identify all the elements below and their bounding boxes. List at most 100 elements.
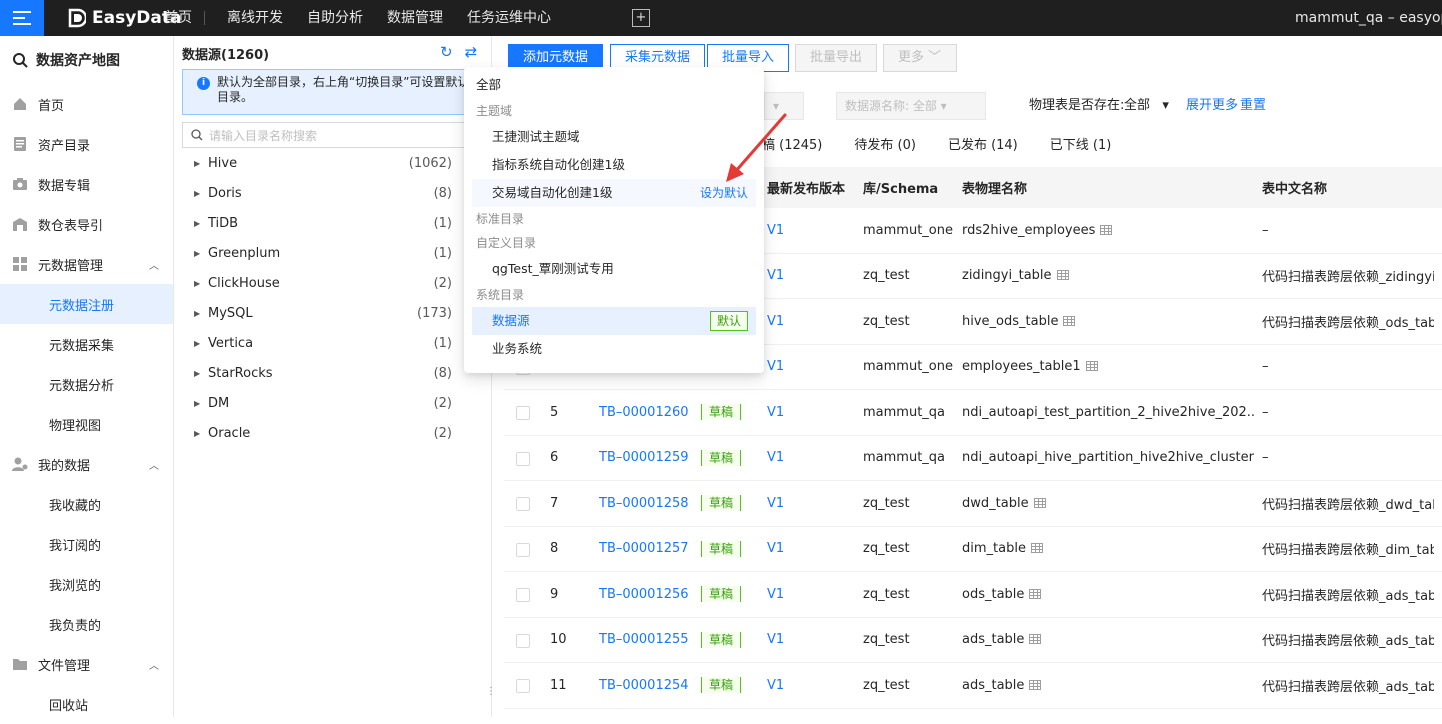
row-checkbox[interactable]: [516, 406, 530, 420]
caret-right-icon[interactable]: ▶: [182, 429, 208, 438]
sidebar-item-browsed[interactable]: 我浏览的: [0, 564, 173, 604]
caret-right-icon[interactable]: ▶: [182, 369, 208, 378]
table-row[interactable]: 7 TB–00001258 草稿 V1 zq_test dwd_table 代码扫描表跨层依…: [504, 481, 1442, 527]
tree-node-hive[interactable]: ▶ Hive (1062): [182, 148, 462, 178]
sidebar-item-subscribed[interactable]: 我订阅的: [0, 524, 173, 564]
caret-right-icon[interactable]: ▶: [182, 309, 208, 318]
row-table-id-link[interactable]: TB–00001260: [599, 405, 689, 420]
sidebar-item-warehouse[interactable]: 数仓表导引: [0, 204, 173, 244]
nav-task-ops[interactable]: 任务运维中心: [455, 0, 563, 36]
sidebar-item-recycle-bin[interactable]: 回收站: [0, 684, 173, 724]
reset-link[interactable]: 重置: [1240, 92, 1266, 120]
row-version-link[interactable]: V1: [767, 450, 784, 465]
row-table-id-link[interactable]: TB–00001259: [599, 450, 689, 465]
row-version-link[interactable]: V1: [767, 223, 784, 238]
nav-data-management[interactable]: 数据管理: [375, 0, 455, 36]
col-latest-version[interactable]: 最新发布版本: [767, 178, 845, 197]
row-version-link[interactable]: V1: [767, 314, 784, 329]
dropdown-item[interactable]: 业务系统: [472, 335, 756, 363]
row-table-id-link[interactable]: TB–00001254: [599, 678, 689, 693]
expand-more-link[interactable]: 展开更多: [1186, 92, 1238, 120]
row-table-id-link[interactable]: TB–00001258: [599, 496, 689, 511]
tab-pending[interactable]: 待发布 (0): [854, 134, 916, 153]
col-physical-name[interactable]: 表物理名称: [962, 178, 1027, 197]
table-row[interactable]: 6 TB–00001259 草稿 V1 mammut_qa ndi_autoapi_hiv…: [504, 436, 1442, 481]
table-grid-icon[interactable]: [1029, 679, 1042, 690]
dropdown-item-all[interactable]: 全部: [464, 71, 764, 99]
row-table-id-link[interactable]: TB–00001256: [599, 587, 689, 602]
sidebar-item-meta-register[interactable]: 元数据注册: [0, 284, 173, 324]
dropdown-item[interactable]: qgTest_覃刚测试专用: [472, 255, 756, 283]
table-grid-icon[interactable]: [1063, 315, 1076, 326]
nav-self-analysis[interactable]: 自助分析: [295, 0, 375, 36]
more-button[interactable]: 更多 ﹀: [883, 44, 957, 72]
nav-home[interactable]: 首页: [152, 0, 204, 36]
dropdown-item-hovered[interactable]: 交易域自动化创建1级 设为默认: [472, 179, 756, 207]
table-row[interactable]: 10 TB–00001255 草稿 V1 zq_test ads_table 代码扫描表跨层…: [504, 618, 1442, 663]
table-grid-icon[interactable]: [1085, 361, 1098, 372]
physical-exists-select[interactable]: 全部 ▾: [1124, 92, 1169, 120]
sidebar-item-home[interactable]: 首页: [0, 84, 173, 124]
tree-node-starrocks[interactable]: ▶ StarRocks (8): [182, 358, 462, 388]
row-version-link[interactable]: V1: [767, 359, 784, 374]
set-default-link[interactable]: 设为默认: [700, 179, 748, 207]
sidebar-item-album[interactable]: 数据专辑: [0, 164, 173, 204]
row-checkbox[interactable]: [516, 588, 530, 602]
tab-draft[interactable]: 稿 (1245): [762, 134, 822, 153]
nav-offline-dev[interactable]: 离线开发: [215, 0, 295, 36]
table-row[interactable]: 5 TB–00001260 草稿 V1 mammut_qa ndi_autoapi_tes…: [504, 390, 1442, 436]
col-chinese-name[interactable]: 表中文名称: [1262, 178, 1327, 197]
table-grid-icon[interactable]: [1029, 588, 1042, 599]
table-row[interactable]: 11 TB–00001254 草稿 V1 zq_test ads_table 代码扫描表跨层…: [504, 663, 1442, 709]
sidebar-item-meta-analysis[interactable]: 元数据分析: [0, 364, 173, 404]
tab-offline[interactable]: 已下线 (1): [1050, 134, 1112, 153]
table-grid-icon[interactable]: [1100, 224, 1113, 235]
row-checkbox[interactable]: [516, 679, 530, 693]
table-grid-icon[interactable]: [1029, 634, 1042, 645]
tab-published[interactable]: 已发布 (14): [948, 134, 1018, 153]
table-grid-icon[interactable]: [1033, 497, 1046, 508]
sidebar-item-meta-collect[interactable]: 元数据采集: [0, 324, 173, 364]
sidebar-item-owned[interactable]: 我负责的: [0, 604, 173, 644]
caret-right-icon[interactable]: ▶: [182, 399, 208, 408]
sidebar-item-my-data[interactable]: 我的数据 ︿: [0, 444, 173, 484]
datasource-name-filter[interactable]: 数据源名称: 全部 ▾: [836, 92, 986, 120]
sidebar-item-favorites[interactable]: 我收藏的: [0, 484, 173, 524]
row-table-id-link[interactable]: TB–00001257: [599, 541, 689, 556]
row-version-link[interactable]: V1: [767, 587, 784, 602]
row-version-link[interactable]: V1: [767, 632, 784, 647]
filter-select-partial[interactable]: ▾: [764, 92, 804, 120]
catalog-search-input[interactable]: 请输入目录名称搜索: [182, 122, 482, 148]
caret-right-icon[interactable]: ▶: [182, 279, 208, 288]
row-version-link[interactable]: V1: [767, 541, 784, 556]
table-row[interactable]: 9 TB–00001256 草稿 V1 zq_test ods_table 代码扫描表跨层依…: [504, 572, 1442, 618]
row-checkbox[interactable]: [516, 497, 530, 511]
tree-node-tidb[interactable]: ▶ TiDB (1): [182, 208, 462, 238]
sidebar-item-physical-view[interactable]: 物理视图: [0, 404, 173, 444]
sidebar-item-metadata[interactable]: 元数据管理 ︿: [0, 244, 173, 284]
caret-right-icon[interactable]: ▶: [182, 189, 208, 198]
row-checkbox[interactable]: [516, 451, 530, 466]
user-name[interactable]: mammut_qa – easyops: [1295, 0, 1442, 36]
table-grid-icon[interactable]: [1056, 270, 1069, 281]
sidebar-item-file-management[interactable]: 文件管理 ︿: [0, 644, 173, 684]
app-menu-button[interactable]: [0, 0, 44, 36]
col-schema[interactable]: 库/Schema: [863, 178, 938, 197]
tree-node-mysql[interactable]: ▶ MySQL (173): [182, 298, 462, 328]
table-row[interactable]: 8 TB–00001257 草稿 V1 zq_test dim_table 代码扫描表跨层依…: [504, 527, 1442, 572]
table-grid-icon[interactable]: [1030, 543, 1043, 554]
tree-node-greenplum[interactable]: ▶ Greenplum (1): [182, 238, 462, 268]
caret-right-icon[interactable]: ▶: [182, 339, 208, 348]
row-version-link[interactable]: V1: [767, 268, 784, 283]
add-nav-icon[interactable]: +: [632, 9, 650, 27]
row-table-id-link[interactable]: TB–00001255: [599, 632, 689, 647]
caret-right-icon[interactable]: ▶: [182, 219, 208, 228]
dropdown-item[interactable]: 王捷测试主题域: [472, 123, 756, 151]
caret-right-icon[interactable]: ▶: [182, 159, 208, 168]
refresh-icon[interactable]: ↻: [440, 43, 453, 61]
switch-catalog-icon[interactable]: ⇄: [465, 43, 478, 61]
batch-export-button[interactable]: 批量导出: [795, 44, 878, 72]
tree-node-doris[interactable]: ▶ Doris (8): [182, 178, 462, 208]
tree-node-vertica[interactable]: ▶ Vertica (1): [182, 328, 462, 358]
caret-right-icon[interactable]: ▶: [182, 249, 208, 258]
